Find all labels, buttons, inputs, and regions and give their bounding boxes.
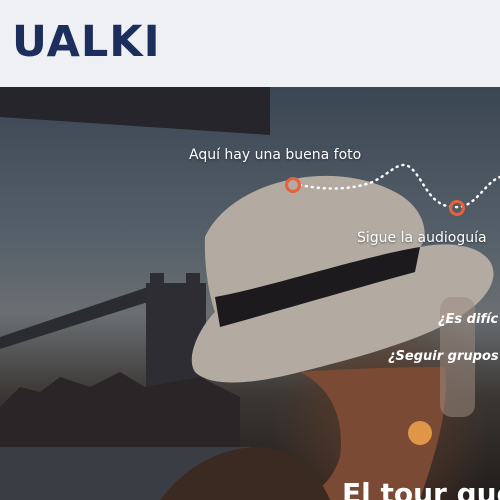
site-header: UALKI: [0, 0, 500, 87]
audioguide-label: Sigue la audioguía: [357, 230, 487, 246]
hero-section: Aquí hay una buena foto Sigue la audiogu…: [0, 87, 500, 500]
question-follow-groups: ¿Seguir grupos: [388, 349, 499, 364]
photo-spot-label: Aquí hay una buena foto: [189, 147, 362, 163]
hero-headline: El tour que: [342, 477, 500, 500]
ualki-logo[interactable]: UALKI: [12, 14, 161, 70]
question-difficult: ¿Es difíc: [438, 312, 499, 327]
